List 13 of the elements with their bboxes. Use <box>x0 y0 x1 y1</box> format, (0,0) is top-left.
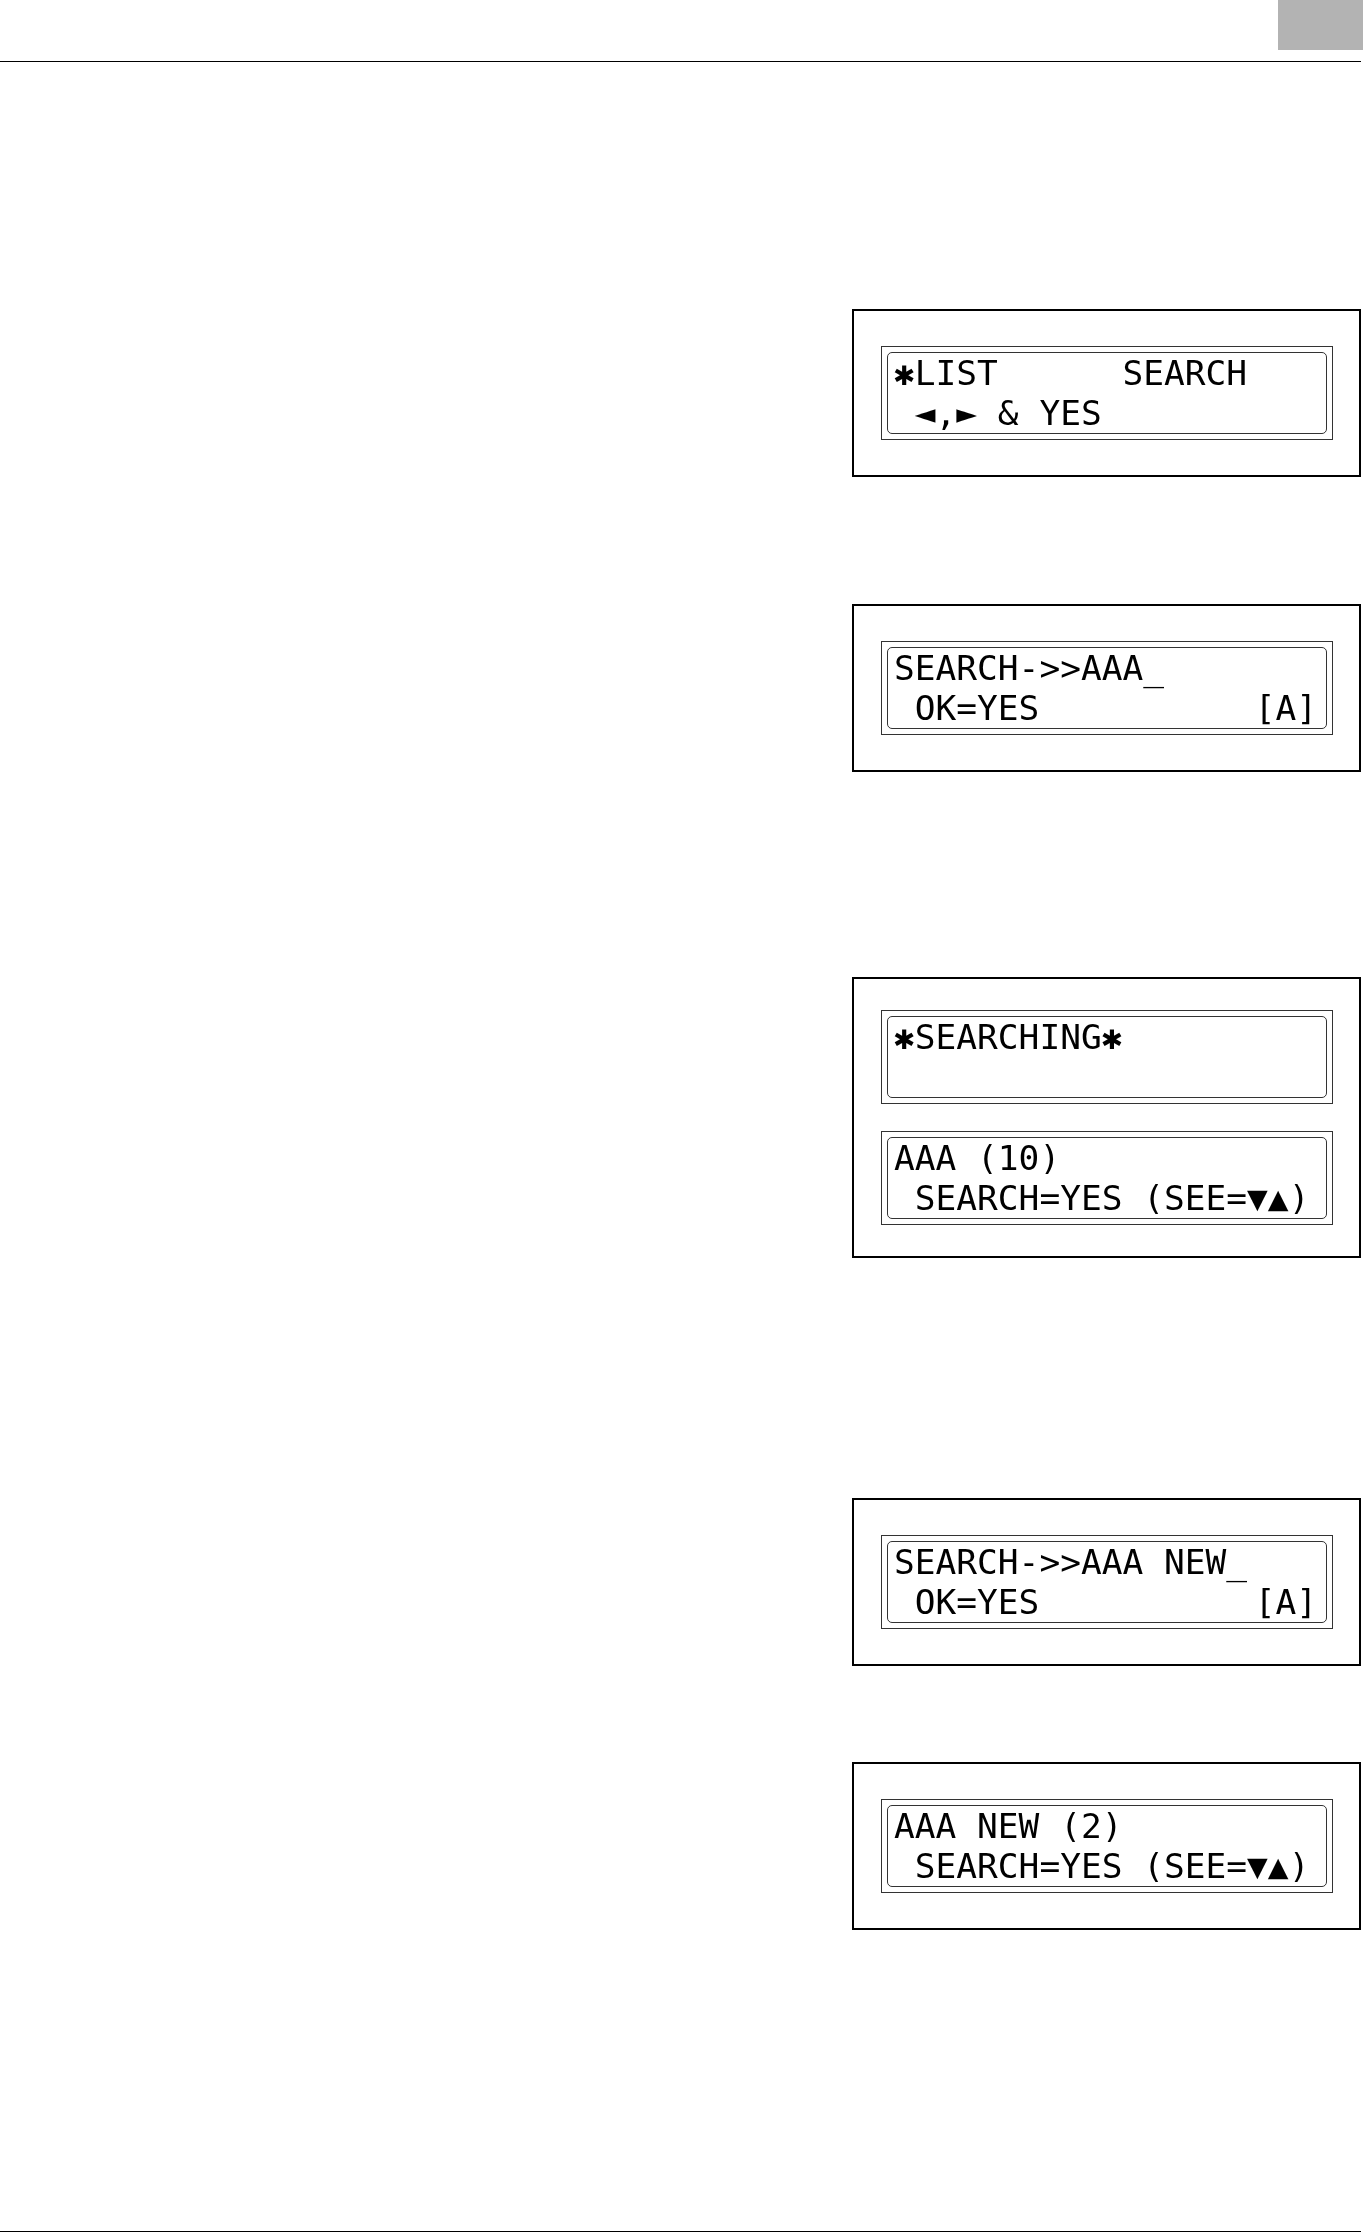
lcd-text-line: OK=YES <box>914 688 1040 728</box>
lcd-text-line: AAA (10) <box>894 1138 1061 1178</box>
input-mode-indicator: [A] <box>1254 1582 1317 1622</box>
input-mode-indicator: [A] <box>1254 688 1317 728</box>
lcd-text-line: SEARCH=YES (SEE=▼▲) <box>914 1846 1310 1886</box>
lcd-text-line: SEARCH->>AAA NEW_ <box>894 1542 1248 1582</box>
lcd-text-line: SEARCH=YES (SEE=▼▲) <box>914 1178 1310 1218</box>
lcd-text-line: ◄,► & YES <box>914 393 1102 433</box>
lcd-text-line: OK=YES <box>914 1582 1040 1622</box>
lcd-text-line: ✱LIST SEARCH <box>894 353 1248 393</box>
lcd-text-line: SEARCH->>AAA_ <box>894 648 1165 688</box>
lcd-text-line: ✱SEARCHING✱ <box>894 1017 1123 1057</box>
lcd-text-line: AAA NEW (2) <box>894 1806 1123 1846</box>
